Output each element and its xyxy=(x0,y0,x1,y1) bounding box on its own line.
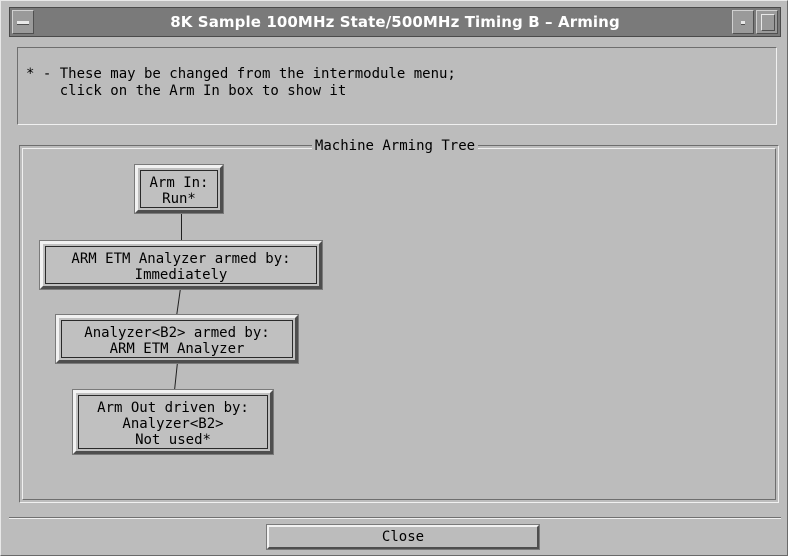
node-text: Not used* xyxy=(135,432,211,448)
node-text: Immediately xyxy=(134,267,228,283)
node-text: Analyzer<B2> armed by: xyxy=(84,325,270,341)
analyzer-b2-box[interactable]: Analyzer<B2> armed by: ARM ETM Analyzer xyxy=(55,314,299,364)
info-line-1: * - These may be changed from the interm… xyxy=(26,66,456,82)
info-line-2: click on the Arm In box to show it xyxy=(26,83,347,99)
minimize-icon[interactable] xyxy=(732,10,754,34)
node-text: Arm In: xyxy=(149,175,209,191)
close-button[interactable]: Close xyxy=(266,524,540,550)
node-text: ARM ETM Analyzer armed by: xyxy=(71,251,291,267)
arm-in-box[interactable]: Arm In: Run* xyxy=(134,164,224,214)
maximize-icon[interactable] xyxy=(756,10,778,34)
window-title: 8K Sample 100MHz State/500MHz Timing B –… xyxy=(170,13,620,31)
node-text: Run* xyxy=(162,191,196,207)
connector-line xyxy=(181,211,182,241)
footer-separator xyxy=(9,517,781,519)
node-text: Analyzer<B2> xyxy=(122,416,224,432)
title-bar[interactable]: 8K Sample 100MHz State/500MHz Timing B –… xyxy=(9,7,781,37)
arm-out-box[interactable]: Arm Out driven by: Analyzer<B2> Not used… xyxy=(72,389,274,455)
node-text: ARM ETM Analyzer xyxy=(109,341,245,357)
info-panel: * - These may be changed from the interm… xyxy=(17,47,777,125)
arming-window: 8K Sample 100MHz State/500MHz Timing B –… xyxy=(0,0,788,556)
node-text: Arm Out driven by: xyxy=(97,400,249,416)
tree-legend: Machine Arming Tree xyxy=(1,135,788,154)
arm-etm-analyzer-box[interactable]: ARM ETM Analyzer armed by: Immediately xyxy=(39,240,323,290)
